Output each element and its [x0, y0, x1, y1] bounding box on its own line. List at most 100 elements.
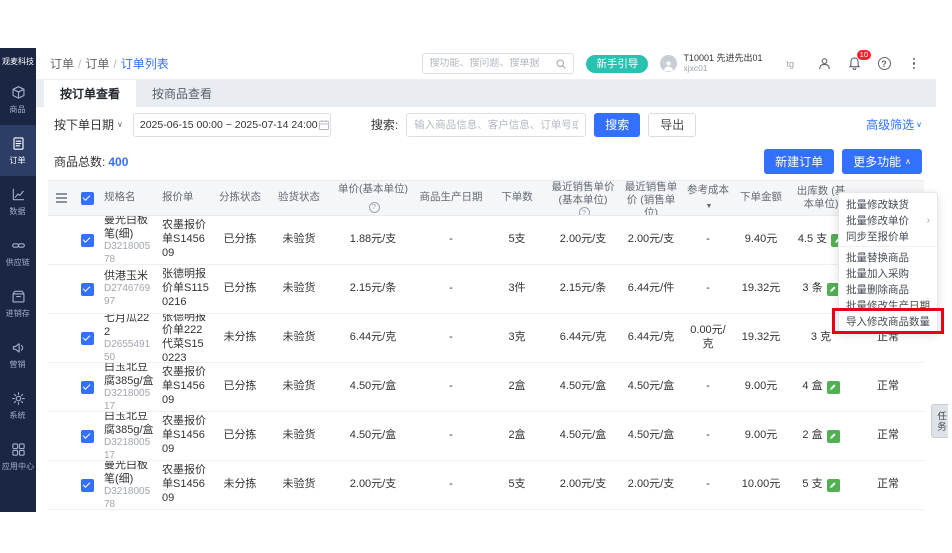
sort-status-cell: 已分拣: [212, 216, 268, 264]
quote-sheet-cell: 农墨报价单S145609: [158, 412, 212, 460]
sidebar-item-inventory[interactable]: 进销存: [0, 278, 36, 329]
prod-date-cell: -: [416, 363, 486, 411]
prod-date-cell: -: [416, 412, 486, 460]
column-header-4: 单价(基本单位)?: [330, 181, 416, 215]
outbound-qty-cell[interactable]: 4 盒: [790, 363, 852, 411]
global-search[interactable]: [422, 53, 574, 74]
edit-outbound-icon[interactable]: [827, 479, 840, 492]
recent-price-sale-cell: 6.44元/克: [618, 314, 684, 362]
menu-item-7[interactable]: 导入修改商品数量: [839, 313, 937, 329]
row-checkbox[interactable]: [74, 461, 100, 509]
export-button[interactable]: 导出: [648, 113, 696, 137]
filter-search-input[interactable]: [406, 113, 586, 137]
column-header-9: 参考成本▼: [684, 181, 732, 215]
user-account: xjxc01: [683, 64, 762, 73]
recent-price-base-cell: 6.44元/克: [548, 314, 618, 362]
row-expand-cell: [48, 363, 74, 411]
sidebar-item-app-center[interactable]: 应用中心: [0, 431, 36, 482]
menu-item-0[interactable]: 批量修改缺货: [839, 196, 937, 212]
column-header-8: 最近销售单价 (销售单位): [618, 181, 684, 215]
sidebar-item-label: 订单: [10, 154, 26, 165]
outbound-qty-cell[interactable]: 5 支: [790, 461, 852, 509]
row-checkbox[interactable]: [74, 363, 100, 411]
expand-rows-icon[interactable]: [48, 181, 74, 215]
global-search-input[interactable]: [429, 58, 555, 69]
sidebar-item-supply-chain[interactable]: 供应链: [0, 227, 36, 278]
avatar[interactable]: [660, 55, 677, 72]
sidebar-item-data[interactable]: 数据: [0, 176, 36, 227]
table-header: 规格名报价单分拣状态验货状态单价(基本单位)?商品生产日期下单数最近销售单价 (…: [48, 180, 924, 216]
unit-price-cell: 2.15元/条: [330, 265, 416, 313]
help-icon[interactable]: ?: [876, 56, 892, 72]
sidebar-item-marketing[interactable]: 营销: [0, 329, 36, 380]
order-qty-cell: 2盒: [486, 363, 548, 411]
row-checkbox[interactable]: [74, 216, 100, 264]
tab-by-order[interactable]: 按订单查看: [44, 80, 136, 107]
avatar-person-icon: [662, 59, 675, 72]
row-checkbox[interactable]: [74, 412, 100, 460]
column-header-2: 分拣状态: [212, 181, 268, 215]
menu-item-3[interactable]: 批量替换商品: [839, 249, 937, 265]
topbar-icons: 10 ?: [816, 56, 922, 72]
row-expand-cell: [48, 265, 74, 313]
caret-up-icon: ∧: [905, 157, 911, 166]
search-button[interactable]: 搜索: [594, 113, 640, 137]
edit-outbound-icon[interactable]: [827, 430, 840, 443]
row-expand-cell: [48, 461, 74, 509]
tab-by-product[interactable]: 按商品查看: [136, 80, 228, 107]
order-qty-cell: 3克: [486, 314, 548, 362]
menu-item-1[interactable]: 批量修改单价›: [839, 212, 937, 228]
sidebar-item-label: 数据: [10, 205, 26, 216]
recent-price-sale-cell: 6.44元/件: [618, 265, 684, 313]
quote-sheet-cell: 农墨报价单S145609: [158, 363, 212, 411]
menu-item-2[interactable]: 同步至报价单: [839, 228, 937, 244]
marketing-icon: [11, 340, 26, 355]
support-icon[interactable]: [816, 56, 832, 72]
topbar: 订单/订单/订单列表 新手引导 T10001 先进先出01 xjxc01 tg: [36, 48, 936, 80]
menu-item-5[interactable]: 批量删除商品: [839, 281, 937, 297]
column-header-10: 下单金额: [732, 181, 790, 215]
order-amount-cell: 9.00元: [732, 412, 790, 460]
order-amount-cell: 9.40元: [732, 216, 790, 264]
beginner-guide-button[interactable]: 新手引导: [586, 55, 648, 73]
info-icon[interactable]: ?: [579, 207, 590, 215]
more-functions-button[interactable]: 更多功能∧: [842, 149, 922, 174]
breadcrumb-orders[interactable]: 订单: [50, 57, 74, 71]
user-menu[interactable]: T10001 先进先出01 xjxc01: [683, 54, 762, 73]
breadcrumb: 订单/订单/订单列表: [50, 55, 169, 72]
date-range-input[interactable]: 2025-06-15 00:00 ~ 2025-07-14 24:00: [133, 113, 331, 137]
caret-down-icon: ∨: [916, 120, 922, 129]
prod-date-cell: -: [416, 265, 486, 313]
date-type-select[interactable]: 按下单日期∨: [54, 116, 123, 133]
row-expand-cell: [48, 314, 74, 362]
spec-name-cell: 白玉北豆腐385g/盒D321800517: [100, 412, 158, 460]
menu-item-4[interactable]: 批量加入采购: [839, 265, 937, 281]
spec-name-cell: 曼光白板笔(细)D321800578: [100, 461, 158, 509]
breadcrumb-orders-2[interactable]: 订单: [85, 57, 109, 71]
sort-status-cell: 已分拣: [212, 265, 268, 313]
edit-outbound-icon[interactable]: [827, 381, 840, 394]
order-icon: [11, 136, 26, 151]
sidebar-item-orders[interactable]: 订单: [0, 125, 36, 176]
ref-cost-cell: -: [684, 216, 732, 264]
column-header-0: 规格名: [100, 181, 158, 215]
search-icon[interactable]: [555, 58, 567, 70]
calendar-icon: [318, 119, 330, 131]
info-icon[interactable]: ?: [369, 202, 380, 213]
new-order-button[interactable]: 新建订单: [764, 149, 834, 174]
ref-cost-cell: -: [684, 265, 732, 313]
sidebar-item-goods[interactable]: 商品: [0, 74, 36, 125]
advanced-filter-link[interactable]: 高级筛选∨: [866, 116, 922, 133]
select-all-checkbox[interactable]: [74, 181, 100, 215]
sidebar-item-system[interactable]: 系统: [0, 380, 36, 431]
notification-icon[interactable]: 10: [846, 56, 862, 72]
task-tab[interactable]: 任务: [931, 404, 948, 438]
ref-cost-cell: -: [684, 461, 732, 509]
more-options-icon[interactable]: [906, 56, 922, 72]
row-checkbox[interactable]: [74, 314, 100, 362]
menu-item-6[interactable]: 批量修改生产日期: [839, 297, 937, 313]
row-checkbox[interactable]: [74, 265, 100, 313]
caret-down-icon[interactable]: ▼: [706, 203, 713, 212]
outbound-qty-cell[interactable]: 2 盒: [790, 412, 852, 460]
ref-cost-cell: 0.00元/克: [684, 314, 732, 362]
